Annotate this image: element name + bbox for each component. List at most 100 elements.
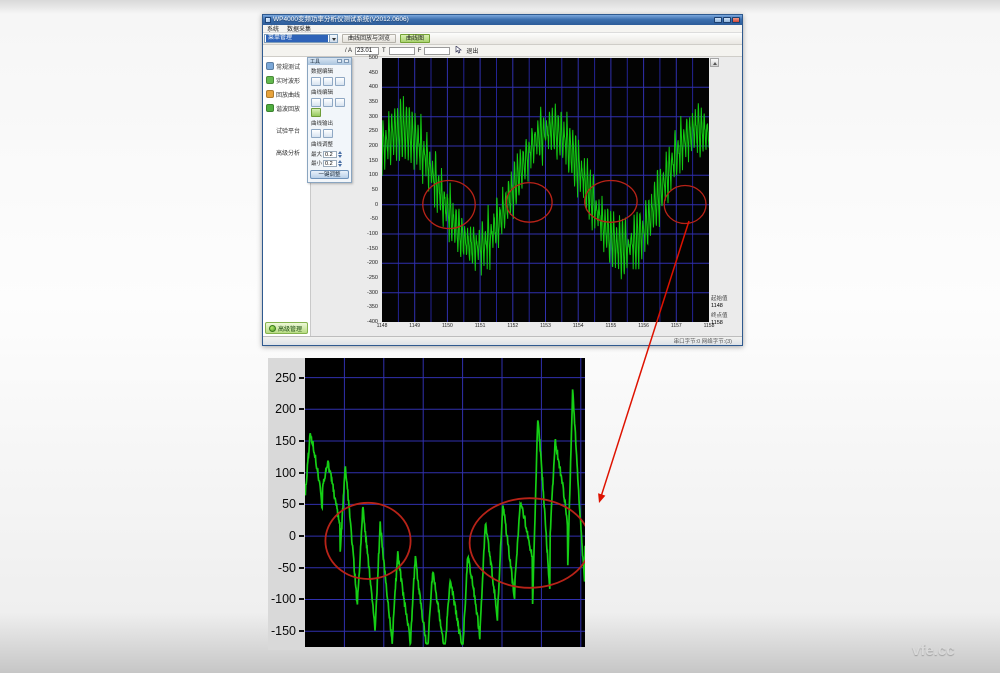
maximize-button[interactable] — [723, 17, 731, 23]
x-tick-label: 1153 — [537, 323, 555, 329]
inset-y-tick-label: 200 — [275, 402, 296, 416]
app-window: WP4000变频功率分析仪测试系统(V2012.0606) 系统 数据采集 菜单… — [262, 14, 743, 346]
sidebar-item-label: 试验平台 — [276, 126, 300, 135]
inset-tick-mark — [299, 472, 304, 474]
inset-tick-mark — [299, 567, 304, 569]
spin-down-icon[interactable] — [338, 155, 342, 158]
t-input[interactable] — [389, 47, 415, 55]
sidebar-item-realtime-wave[interactable]: 实时波形 — [263, 73, 310, 87]
inset-y-axis: 250200150100500-50-100-150 — [268, 358, 305, 647]
y-tick-label: -150 — [367, 246, 378, 252]
sidebar-item-label: 实时波形 — [276, 76, 300, 85]
spinner-icon[interactable] — [338, 151, 342, 158]
adjust-row: 最大0.2 — [308, 150, 351, 158]
clear-icon[interactable] — [335, 77, 345, 86]
sidebar-item-label: 谐波回放 — [276, 104, 300, 113]
cursor-info-panel: 起始值 1148 终点值 1158 — [711, 292, 741, 326]
spin-up-icon[interactable] — [338, 160, 342, 163]
min-value-field[interactable]: 0.2 — [323, 160, 337, 167]
y-tick-label: -200 — [367, 260, 378, 266]
tab-curve-playback-browse[interactable]: 曲线回放与浏览 — [342, 34, 396, 43]
print-icon[interactable] — [323, 129, 333, 138]
collapse-icon[interactable] — [710, 58, 719, 67]
main-chart-plot[interactable] — [382, 58, 709, 322]
nav-toolbar: 菜单管理 曲线回放与浏览 曲线图 — [263, 33, 742, 45]
x-tick-label: 1148 — [373, 323, 391, 329]
panel-close-icon[interactable] — [344, 59, 349, 63]
sidebar-item-playback-curve[interactable]: 回放曲线 — [263, 87, 310, 101]
inset-y-tick-label: -150 — [271, 624, 296, 638]
edit-icon[interactable] — [323, 77, 333, 86]
sidebar-item-harmonic-playback[interactable]: 谐波回放 — [263, 101, 310, 115]
y-tick-label: 400 — [369, 84, 378, 90]
sidebar-item-advanced-analysis[interactable]: 高级分析 — [263, 145, 310, 159]
exit-button[interactable]: 退出 — [466, 46, 478, 55]
inset-y-tick-label: 0 — [289, 529, 296, 543]
y-tick-label: -350 — [367, 304, 378, 310]
sidebar-item-test-platform[interactable]: 试验平台 — [263, 123, 310, 137]
inset-y-tick-label: 250 — [275, 371, 296, 385]
inset-y-tick-label: 50 — [282, 497, 296, 511]
spin-up-icon[interactable] — [338, 151, 342, 154]
apply-icon[interactable] — [311, 108, 321, 117]
zoom-icon[interactable] — [335, 98, 345, 107]
y-tick-label: 150 — [369, 158, 378, 164]
font-icon[interactable] — [323, 98, 333, 107]
window-body: 常规测试实时波形回放曲线谐波回放试验平台高级分析 高级管理 工具 数据编辑 — [263, 57, 742, 336]
scale-value-field[interactable]: 23.01 — [355, 47, 379, 55]
x-tick-label: 1156 — [635, 323, 653, 329]
chart-area: 工具 数据编辑曲线编辑曲线输出曲线调整最大0.2最小0.2 一键调整 50045… — [311, 57, 742, 336]
monitor-icon — [266, 62, 274, 70]
f-input[interactable] — [424, 47, 450, 55]
x-tick-label: 1150 — [438, 323, 456, 329]
spinner-icon[interactable] — [338, 160, 342, 167]
select-icon[interactable] — [311, 77, 321, 86]
combo-selected-value: 菜单管理 — [266, 35, 328, 42]
menu-management-combo[interactable]: 菜单管理 — [264, 34, 338, 43]
tools-panel-titlebar[interactable]: 工具 — [308, 58, 351, 65]
inset-y-tick-label: -100 — [271, 592, 296, 606]
tool-button-row — [308, 129, 351, 138]
tools-panel-body: 数据编辑曲线编辑曲线输出曲线调整最大0.2最小0.2 — [308, 65, 351, 167]
sidebar-item-general-test[interactable]: 常规测试 — [263, 59, 310, 73]
y-tick-label: -50 — [370, 216, 378, 222]
y-tick-label: 300 — [369, 114, 378, 120]
app-icon — [265, 17, 271, 23]
start-value: 1148 — [711, 303, 741, 310]
minimize-button[interactable] — [714, 17, 722, 23]
menu-data-acquisition[interactable]: 数据采集 — [287, 24, 311, 33]
max-value-field[interactable]: 0.2 — [323, 151, 337, 158]
x-tick-label: 1151 — [471, 323, 489, 329]
inset-tick-mark — [299, 535, 304, 537]
inset-y-tick-label: -50 — [278, 561, 296, 575]
color-icon[interactable] — [311, 98, 321, 107]
y-tick-label: 350 — [369, 99, 378, 105]
x-tick-label: 1149 — [406, 323, 424, 329]
tool-button-row — [308, 108, 351, 117]
x-tick-label: 1154 — [569, 323, 587, 329]
panel-minimize-icon[interactable] — [337, 59, 342, 63]
window-buttons — [714, 17, 740, 23]
tool-section-label: 曲线调整 — [308, 138, 351, 149]
window-titlebar[interactable]: WP4000变频功率分析仪测试系统(V2012.0606) — [263, 15, 742, 25]
hand-pointer-icon[interactable] — [453, 46, 462, 55]
sidebar-item-list: 常规测试实时波形回放曲线谐波回放试验平台高级分析 — [263, 59, 310, 159]
spin-down-icon[interactable] — [338, 164, 342, 167]
y-tick-label: 0 — [375, 202, 378, 208]
tab-curve-chart[interactable]: 曲线图 — [400, 34, 430, 43]
close-button[interactable] — [732, 17, 740, 23]
x-tick-label: 1155 — [602, 323, 620, 329]
sidebar: 常规测试实时波形回放曲线谐波回放试验平台高级分析 高级管理 — [263, 57, 311, 336]
one-key-adjust-button[interactable]: 一键调整 — [310, 170, 349, 179]
menu-system[interactable]: 系统 — [267, 24, 279, 33]
chevron-down-icon[interactable] — [329, 35, 337, 42]
advanced-management-button[interactable]: 高级管理 — [265, 322, 308, 334]
tool-button-row — [308, 77, 351, 86]
save-icon[interactable] — [311, 129, 321, 138]
harmonic-icon — [266, 104, 274, 112]
sidebar-item-label: 常规测试 — [276, 62, 300, 71]
inset-tick-mark — [299, 630, 304, 632]
status-text: 串口字节:0 网络字节:(3) — [674, 337, 732, 345]
menu-bar: 系统 数据采集 — [263, 25, 742, 33]
y-tick-label: -300 — [367, 290, 378, 296]
